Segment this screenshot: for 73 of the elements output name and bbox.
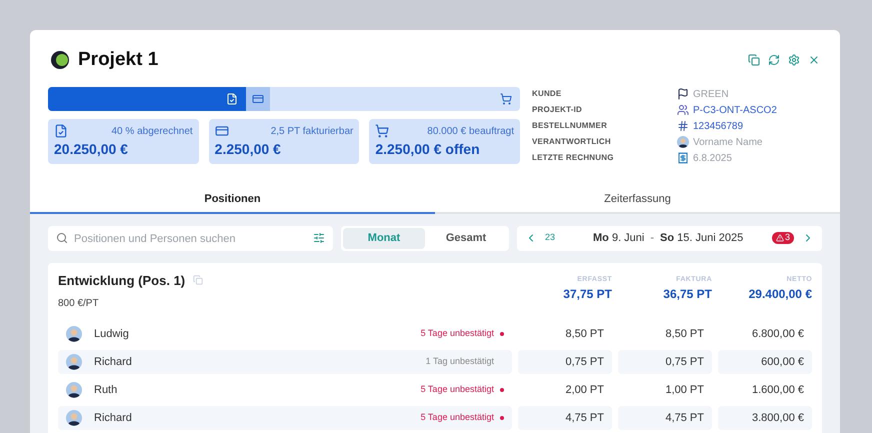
table-cell: 600,00 € <box>718 350 812 374</box>
confirmation-status: 5 Tage unbestätigt <box>420 383 494 396</box>
table-cell-text: 8,50 PT <box>564 326 605 342</box>
detail-value: Vorname Name <box>693 136 762 150</box>
stat-caption: 80.000 € beauftragt <box>427 124 514 138</box>
detail-label: LETZTE RECHNUNG <box>532 152 615 164</box>
avatar-icon <box>66 354 82 370</box>
filter-icon[interactable] <box>313 232 325 244</box>
person-name: Richard <box>94 410 133 426</box>
date-start: Mo 9. Juni <box>593 230 644 246</box>
week-number: 23 <box>545 231 556 244</box>
confirmation-status: 5 Tage unbestätigt <box>420 327 494 340</box>
hash-icon <box>677 120 689 132</box>
stat-amount: 20.250,00 € <box>54 140 129 158</box>
avatar-icon <box>66 410 82 426</box>
team-icon <box>677 104 689 116</box>
stat-caption: 40 % abgerechnet <box>112 124 193 138</box>
detail-value: 123456789 <box>693 120 744 134</box>
confirmation-status: 5 Tage unbestätigt <box>420 411 494 424</box>
person-name: Ludwig <box>94 326 130 342</box>
table-cell-text: 8,50 PT <box>664 326 705 342</box>
avatar-icon <box>66 326 82 342</box>
search-field[interactable]: Positionen und Personen suchen <box>48 226 333 251</box>
warning-icon <box>776 234 784 242</box>
logo-icon <box>50 50 70 70</box>
card-icon <box>252 92 264 104</box>
copy-icon[interactable] <box>748 54 760 66</box>
table-cell-text: 6.800,00 € <box>751 326 805 342</box>
stat-amount: 2.250,00 € <box>214 140 282 158</box>
period-option[interactable]: Gesamt <box>425 228 507 248</box>
avatar-icon <box>677 136 689 148</box>
detail-label: BESTELLNUMMER <box>532 120 608 132</box>
detail-label: KUNDE <box>532 88 562 100</box>
detail-value: 6.8.2025 <box>693 152 732 166</box>
receipt-icon <box>677 152 689 164</box>
document-check-icon <box>54 124 68 138</box>
window-title: Projekt 1 <box>78 48 158 72</box>
person-name: Richard <box>94 354 133 370</box>
position-rate: 800 €/PT <box>58 298 99 309</box>
settings-icon[interactable] <box>788 54 800 66</box>
refresh-icon[interactable] <box>768 54 780 66</box>
date-separator: - <box>650 230 654 246</box>
flag-icon <box>677 88 689 100</box>
person-name: Ruth <box>94 382 118 398</box>
table-cell: 4,75 PT <box>518 406 612 430</box>
position-title: Entwicklung (Pos. 1) <box>58 272 186 290</box>
close-icon[interactable] <box>808 54 820 66</box>
search-icon <box>56 232 68 244</box>
table-cell-text: 1.600,00 € <box>751 382 805 398</box>
stat-amount: 2.250,00 € offen <box>375 140 481 158</box>
confirmation-status: 1 Tag unbestätigt <box>426 355 494 368</box>
table-cell: 0,75 PT <box>618 350 712 374</box>
date-end: So 15. Juni 2025 <box>660 230 744 246</box>
table-cell: 4,75 PT <box>618 406 712 430</box>
document-check-icon <box>226 92 238 104</box>
column-total: 36,75 PT <box>663 286 712 303</box>
alert-badge: 3 <box>772 232 794 244</box>
table-cell-text: 2,00 PT <box>564 382 605 398</box>
stat-caption: 2,5 PT fakturierbar <box>270 124 354 138</box>
tab[interactable]: Zeiterfassung <box>435 188 840 214</box>
cart-icon <box>500 92 512 104</box>
avatar-icon <box>66 382 82 398</box>
card-icon <box>214 124 229 138</box>
detail-label: VERANTWORTLICH <box>532 136 612 148</box>
table-cell: 3.800,00 € <box>718 406 812 430</box>
column-total: 29.400,00 € <box>748 286 812 303</box>
cart-icon <box>375 124 390 138</box>
column-total: 37,75 PT <box>563 286 612 303</box>
detail-value: P-C3-ONT-ASCO2 <box>693 104 777 118</box>
detail-value: GREEN <box>693 88 729 102</box>
detail-label: PROJEKT-ID <box>532 104 584 116</box>
table-cell: 0,75 PT <box>518 350 612 374</box>
table-cell-text: 1,00 PT <box>664 382 705 398</box>
